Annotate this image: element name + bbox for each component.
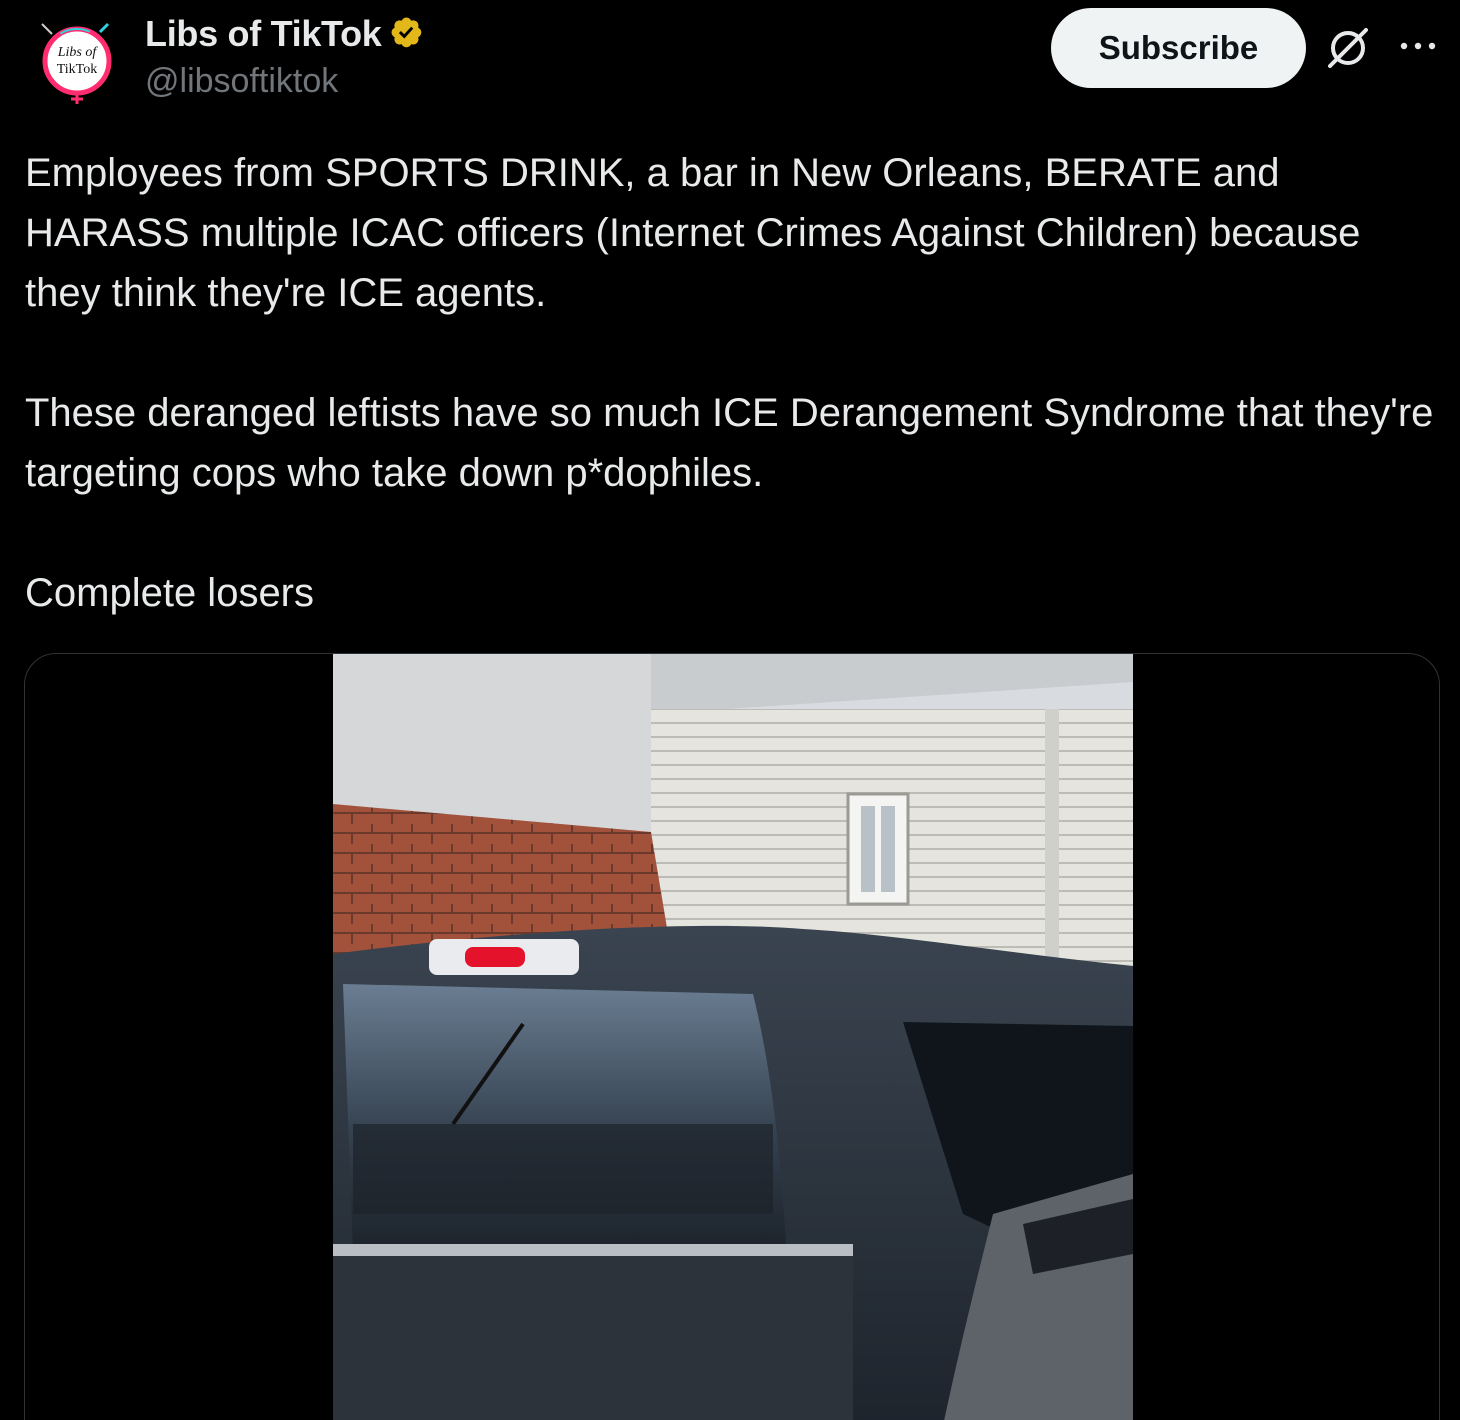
grok-icon[interactable] (1324, 24, 1372, 72)
display-name-row: Libs of TikTok (145, 12, 427, 56)
avatar-logo-line2: TikTok (57, 62, 98, 77)
tweet-text: Employees from SPORTS DRINK, a bar in Ne… (25, 143, 1435, 623)
author-info: Libs of TikTok @libsoftiktok (145, 12, 427, 101)
subscribe-button[interactable]: Subscribe (1051, 8, 1306, 88)
video-thumbnail-image (333, 654, 1133, 1420)
media-card[interactable] (24, 653, 1440, 1420)
tweet-paragraph-1: Employees from SPORTS DRINK, a bar in Ne… (25, 151, 1361, 315)
video-thumbnail[interactable] (333, 654, 1133, 1420)
tweet-paragraph-2: These deranged leftists have so much ICE… (25, 391, 1434, 495)
author-handle[interactable]: @libsoftiktok (145, 62, 427, 101)
author-avatar[interactable]: Libs of TikTok (34, 18, 120, 104)
author-display-name[interactable]: Libs of TikTok (145, 13, 382, 55)
tweet: Libs of TikTok Libs of TikTok @libsoftik… (0, 0, 1460, 1420)
avatar-logo-icon: Libs of TikTok (37, 21, 117, 104)
more-options-icon[interactable] (1398, 34, 1438, 58)
tweet-paragraph-3: Complete losers (25, 571, 315, 615)
verified-badge-icon[interactable] (389, 15, 427, 53)
avatar-logo-line1: Libs of (57, 45, 99, 60)
